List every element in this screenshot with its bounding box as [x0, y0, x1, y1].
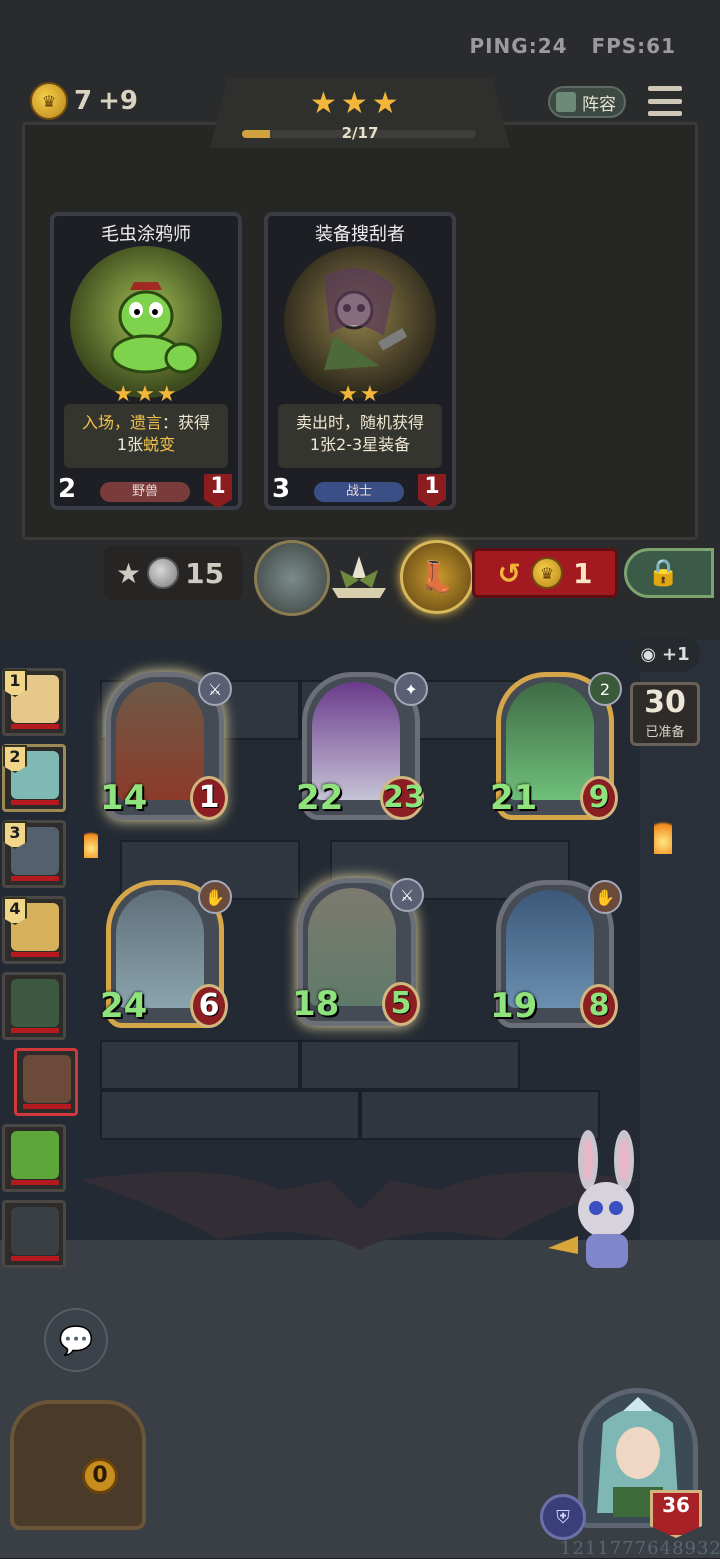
flower-book-relic-icon[interactable] [326, 548, 392, 602]
gold-amount: 7 [74, 86, 93, 116]
refresh-cost: 1 [572, 556, 593, 590]
minion-attack: 21 [490, 778, 538, 818]
player-uid: 12117776489323 [560, 1538, 720, 1559]
board-minion[interactable]: ✋ 24 6 [100, 880, 232, 1028]
upgrade-tavern-button[interactable]: ★ 15 [104, 546, 242, 600]
torch-flame-icon [84, 826, 98, 858]
ready-count: 30 [644, 685, 686, 720]
opponent-slot[interactable]: 1 [2, 668, 66, 736]
refresh-icon: ↺ [497, 556, 521, 590]
opponent-avatar [11, 1131, 59, 1179]
minion-attack: 19 [490, 986, 538, 1026]
minion-attack: 24 [100, 986, 148, 1026]
minion-health: 5 [382, 982, 420, 1026]
opponent-slot[interactable]: 3 [2, 820, 66, 888]
sword-icon: ⚔ [390, 878, 424, 912]
opponent-slot[interactable] [2, 1200, 66, 1268]
board-minion[interactable]: ✦ 22 23 [296, 672, 428, 820]
board-minion[interactable]: 2 21 9 [490, 672, 622, 820]
beast-claw-icon: ✋ [198, 880, 232, 914]
pocket-watch-relic-icon[interactable] [254, 540, 330, 616]
minion-health: 8 [580, 984, 618, 1028]
opponent-slot[interactable] [2, 1124, 66, 1192]
menu-button[interactable] [648, 86, 682, 116]
card-cost: 3 [272, 474, 291, 504]
network-status: PING:24 FPS:61 [469, 34, 676, 58]
lock-icon: 🔒 [647, 558, 680, 588]
gold-bonus: +9 [98, 86, 138, 116]
sparkle-icon: ✦ [394, 672, 428, 706]
opponent-avatar [23, 1055, 71, 1103]
eye-icon: ◉ [640, 643, 657, 665]
lock-shop-button[interactable]: 🔒 [624, 548, 714, 598]
beast-claw-icon: ✋ [588, 880, 622, 914]
minion-health: 1 [190, 776, 228, 820]
torch-flame-icon [654, 814, 672, 854]
opponent-slot[interactable]: 2 [2, 744, 66, 812]
card-name: 装备搜刮者 [315, 224, 405, 245]
fps-text: FPS:61 [591, 34, 676, 58]
star-up-icon: ★ [116, 556, 142, 590]
opponent-slot[interactable]: 4 [2, 896, 66, 964]
bunny-companion[interactable] [548, 1130, 658, 1280]
tavern-tier-stars: ★★★ [310, 86, 403, 121]
gold-coin-icon: ♛ [530, 557, 563, 589]
treasure-chest-button[interactable] [10, 1400, 146, 1530]
board-minion[interactable]: ✋ 19 8 [490, 880, 622, 1028]
lineup-label: 阵容 [582, 94, 616, 115]
minion-attack: 18 [292, 984, 340, 1024]
upgrade-cost: 15 [185, 556, 225, 590]
silver-coin-icon [147, 557, 180, 589]
minion-attack: 14 [100, 778, 148, 818]
opponent-avatar [11, 1207, 59, 1255]
lineup-button[interactable]: 阵容 [548, 86, 626, 118]
tier-progress-text: 2/17 [341, 124, 379, 142]
minion-attack: 22 [296, 778, 344, 818]
sword-icon: ⚔ [198, 672, 232, 706]
card-description: 卖出时，随机获得 1张2-3星装备 [278, 404, 442, 468]
scavenger-art [284, 246, 436, 398]
current-opponent-slot[interactable] [14, 1048, 78, 1116]
card-health: 1 [418, 474, 446, 508]
level-2-icon: 2 [588, 672, 622, 706]
opponent-avatar [11, 979, 59, 1027]
card-description: 入场，遗言：获得 1张蜕变 [64, 404, 228, 468]
gold-display: ♛ 7 +9 [30, 82, 138, 120]
board-minion[interactable]: ⚔ 18 5 [292, 878, 424, 1026]
ready-counter: 30 已准备 [630, 682, 700, 746]
caterpillar-art [70, 246, 222, 398]
chest-count: 0 [82, 1458, 118, 1494]
chat-bubble-icon: 💬 [58, 1323, 94, 1357]
minion-health: 9 [580, 776, 618, 820]
card-tribe: 野兽 [100, 482, 190, 502]
card-name: 毛虫涂鸦师 [101, 224, 191, 245]
card-health: 1 [204, 474, 232, 508]
opponent-slot[interactable] [2, 972, 66, 1040]
ping-text: PING:24 [469, 34, 568, 58]
board-minion[interactable]: ⚔ 14 1 [100, 672, 232, 820]
gold-coin-icon: ♛ [30, 82, 68, 120]
minion-health: 6 [190, 984, 228, 1028]
ready-label: 已准备 [645, 725, 685, 740]
shield-icon: ⛨ [540, 1494, 586, 1540]
chat-button[interactable]: 💬 [44, 1308, 108, 1372]
lineup-book-icon [556, 92, 576, 112]
shop-card[interactable]: 毛虫涂鸦师 ★★★ 入场，遗言：获得 1张蜕变 2 野兽 1 [50, 212, 242, 510]
card-cost: 2 [58, 474, 77, 504]
spectator-count[interactable]: ◉ +1 [630, 636, 700, 672]
golden-boots-relic-icon[interactable]: 👢 [400, 540, 474, 614]
shop-card[interactable]: 装备搜刮者 ★★ 卖出时，随机获得 1张2-3星装备 3 战士 1 [264, 212, 456, 510]
card-tribe: 战士 [314, 482, 404, 502]
refresh-shop-button[interactable]: ↺ ♛ 1 [472, 548, 618, 598]
minion-health: 23 [380, 776, 425, 820]
